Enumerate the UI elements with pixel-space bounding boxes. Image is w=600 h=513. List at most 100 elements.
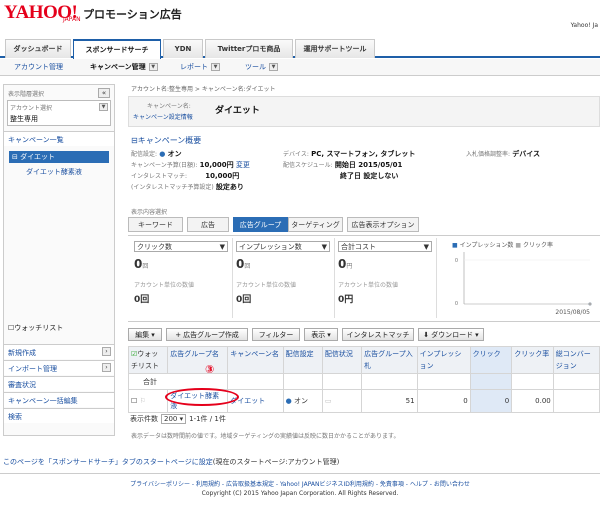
budget-label: キャンペーン予算(日額): [131, 162, 198, 169]
filter-button[interactable]: フィルター [252, 328, 300, 341]
schedule-start: 開始日 2015/05/01 [334, 161, 403, 169]
subnav-tools[interactable]: ツール ▼ [245, 62, 278, 72]
tab-targeting[interactable]: ターゲティング [288, 217, 343, 232]
instream-button[interactable]: インタレストマッチ [342, 328, 414, 341]
instream-budget-value: 設定あり [215, 183, 244, 191]
collapse-icon[interactable]: « [98, 88, 110, 98]
table-cell [552, 373, 600, 390]
metric-unit: 回 [244, 263, 251, 270]
tab-twitter[interactable]: Twitterプロモ商品 [205, 39, 293, 58]
table-cell [511, 373, 554, 390]
tab-dashboard[interactable]: ダッシュボード [5, 39, 71, 58]
sidebar-nav-new-label: 新規作成 [8, 349, 36, 357]
table-cell [416, 373, 471, 390]
overview-col-1: 配信設定: ● オン キャンペーン予算(日額): 10,000円 変更 インタレ… [131, 149, 250, 193]
sidebar-nav-bulk-edit[interactable]: キャンペーン一括編集 [4, 392, 114, 407]
table-header-row: ☑ウォッチリスト 広告グループ名 キャンペーン名 配信設定 配信状況 広告グルー… [127, 346, 600, 374]
chart-svg: 0 0 2015/08/05 [455, 252, 592, 316]
edit-button[interactable]: 編集 ▾ [128, 328, 162, 341]
download-button[interactable]: ⬇ ダウンロード ▾ [418, 328, 484, 341]
add-adgroup-button[interactable]: + 広告グループ作成 [166, 328, 248, 341]
col-delivery[interactable]: 配信状況 [321, 346, 363, 374]
table-cell [469, 373, 513, 390]
chevron-down-icon: ▾ [151, 330, 155, 339]
subnav-report[interactable]: レポート ▼ [180, 62, 220, 72]
tab-support-tools[interactable]: 運用サポートツール [295, 39, 375, 58]
overview-col-3: 入札価格調整率: デバイス [466, 149, 540, 159]
sidebar-item-campaign[interactable]: ⊟ ダイエット [9, 151, 109, 163]
metric-select-impressions[interactable]: インプレッション数 ▼ [236, 241, 330, 252]
startpage-link[interactable]: このページを「スポンサードサーチ」タブのスタートページに設定 [3, 458, 213, 466]
minus-icon[interactable]: ⊟ [131, 136, 138, 145]
tab-ydn[interactable]: YDN [163, 39, 203, 58]
device-value: PC, スマートフォン, タブレット [311, 150, 416, 158]
campaign-settings-link[interactable]: キャンペーン設定情報 [133, 112, 193, 121]
data-note: 表示データは数時間前の値です。地域ターゲティングの実績値は反映に数日かかることが… [131, 433, 400, 440]
tab-adgroup[interactable]: 広告グループ [233, 217, 288, 232]
overview-title[interactable]: ⊟キャンペーン概要 [131, 135, 201, 146]
download-label: ダウンロード [431, 330, 474, 339]
user-name[interactable]: Yahoo! Jа [571, 22, 598, 29]
metric-select-label: クリック数 [137, 242, 172, 251]
subnav-account[interactable]: アカウント管理 [14, 62, 63, 72]
sidebar: 表示階層選択 « アカウント選択 整生専用 ▼ キャンペーン一覧 ⊟ ダイエット… [3, 84, 115, 436]
tab-sponsored-search[interactable]: スポンサードサーチ [73, 39, 161, 59]
pager-range: 1-1件 / 1件 [189, 415, 226, 423]
page-size-select[interactable]: 200 ▾ [161, 414, 187, 424]
overview-title-label: キャンペーン概要 [137, 136, 202, 145]
col-adgroup[interactable]: 広告グループ名 [167, 346, 229, 374]
subnav-campaign[interactable]: キャンペーン管理 ▼ [90, 62, 158, 72]
chevron-down-icon[interactable]: ▼ [211, 63, 220, 71]
row-status[interactable]: ● オン [282, 389, 323, 413]
subnav-tools-label: ツール [245, 63, 266, 71]
col-conversions[interactable]: 総コンバージョン [552, 346, 600, 374]
col-status[interactable]: 配信設定 [282, 346, 323, 374]
chevron-down-icon[interactable]: ▼ [269, 63, 278, 71]
chevron-down-icon: ▾ [327, 330, 331, 339]
sidebar-nav-import[interactable]: インポート管理 › [4, 360, 114, 375]
chevron-right-icon[interactable]: › [102, 347, 111, 356]
row-adgroup-link[interactable]: ダイエット酵素液 [165, 388, 240, 413]
product-title: プロモーション広告 [83, 8, 182, 21]
col-campaign[interactable]: キャンペーン名 [227, 346, 284, 374]
metric-card-impressions: インプレッション数 ▼ 0回 アカウント単位の数値 0回 [233, 238, 335, 318]
metric-unit: 円 [346, 263, 353, 270]
col-bid[interactable]: 広告グループ入札 [361, 346, 418, 374]
col-impressions[interactable]: インプレッション [416, 346, 471, 374]
chevron-right-icon[interactable]: › [102, 363, 111, 372]
tab-keyword[interactable]: キーワード [128, 217, 183, 232]
col-ctr[interactable]: クリック率 [511, 346, 554, 374]
chart-xtick: 2015/08/05 [555, 309, 590, 316]
metric-select-cost[interactable]: 合計コスト ▼ [338, 241, 432, 252]
sidebar-campaign-list[interactable]: キャンペーン一覧 [4, 131, 114, 146]
row-checkbox[interactable]: ☐ ⚐ [127, 389, 169, 413]
metric-select-clicks[interactable]: クリック数 ▼ [134, 241, 228, 252]
flag-icon[interactable]: ⚐ [140, 397, 146, 405]
col-clicks[interactable]: クリック [469, 346, 513, 374]
sidebar-campaign-label: ダイエット [20, 153, 56, 161]
tab-ads[interactable]: 広告 [187, 217, 229, 232]
subnav-campaign-label: キャンペーン管理 [90, 63, 146, 71]
minus-icon[interactable]: ⊟ [12, 153, 20, 161]
breadcrumb: アカウント名:整生専用 > キャンペーン名:ダイエット [131, 86, 276, 93]
sidebar-nav-review[interactable]: 審査状況 [4, 376, 114, 391]
tab-ad-options[interactable]: 広告表示オプション [347, 217, 419, 232]
chevron-down-icon[interactable]: ▼ [148, 63, 158, 71]
adgroup-table: ☑ウォッチリスト 広告グループ名 キャンペーン名 配信設定 配信状況 広告グルー… [127, 346, 600, 413]
row-impressions: 0 [416, 389, 471, 413]
budget-change-link[interactable]: 変更 [236, 161, 250, 169]
row-status-label: オン [294, 397, 309, 405]
watchlist-checkbox[interactable]: ☐ウォッチリスト [8, 323, 63, 333]
table-cell [361, 373, 418, 390]
sidebar-nav-search[interactable]: 検索 [4, 408, 114, 423]
sidebar-nav-new[interactable]: 新規作成 › [4, 344, 114, 359]
col-watchlist[interactable]: ☑ウォッチリスト [127, 346, 169, 374]
status-label: 配信設定: [131, 151, 158, 158]
footer-links[interactable]: プライバシーポリシー - 利用規約 - 広告取扱基本規定 - Yahoo! JA… [0, 479, 600, 488]
chevron-down-icon[interactable]: ▼ [99, 103, 108, 111]
sidebar-item-adgroup[interactable]: ダイエット酵素液 [26, 167, 82, 177]
account-selector[interactable]: アカウント選択 整生専用 ▼ [7, 100, 111, 126]
metric-sub-label: アカウント単位の数値 [338, 282, 399, 289]
display-button[interactable]: 表示 ▾ [304, 328, 338, 341]
row-bid[interactable]: 51 [361, 389, 418, 413]
